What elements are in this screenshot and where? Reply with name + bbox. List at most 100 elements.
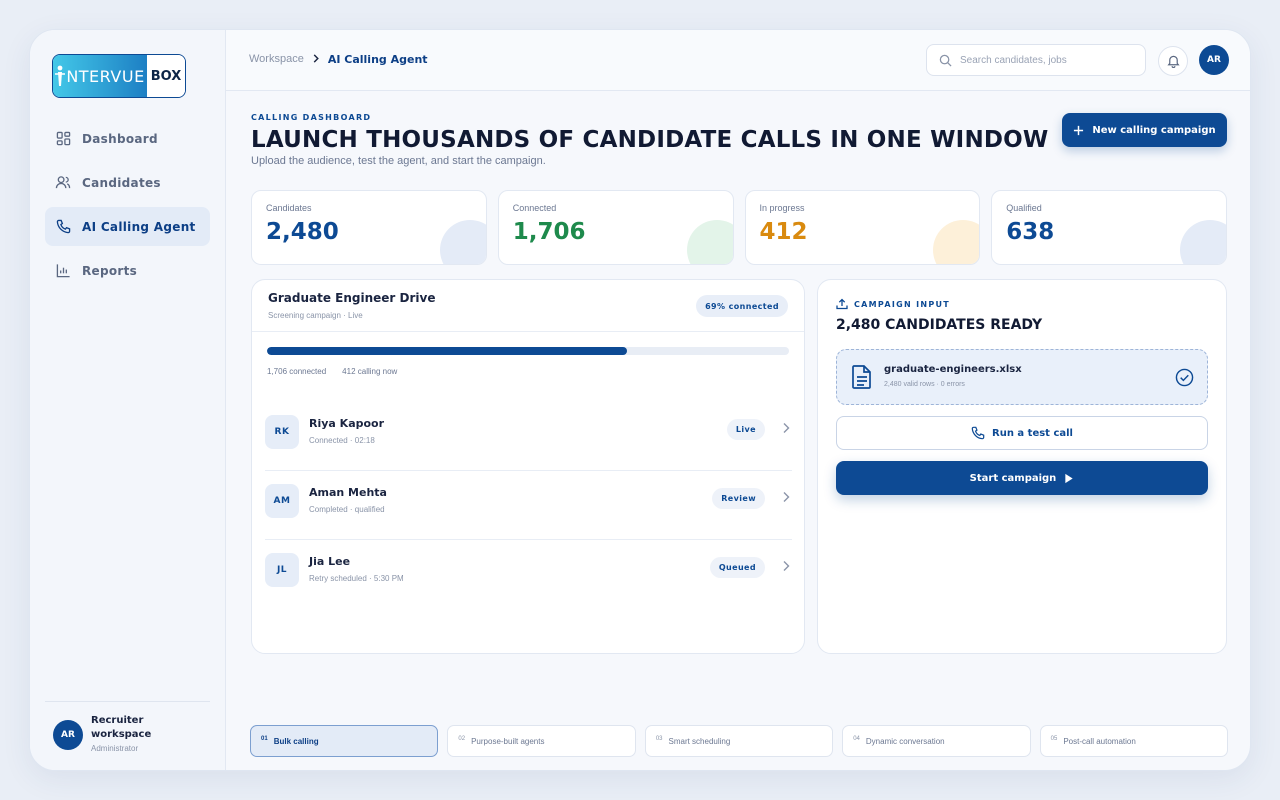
breadcrumb: Workspace AI Calling Agent [249,52,428,66]
sidebar-item-label: AI Calling Agent [82,219,196,234]
start-campaign-button[interactable]: Start campaign [836,461,1208,495]
candidate-name: Riya Kapoor [309,417,385,430]
page-eyebrow: CALLING DASHBOARD [251,113,372,122]
step-post-call-automation[interactable]: 05 Post-call automation [1039,725,1229,757]
campaign-title: Graduate Engineer Drive [268,291,436,305]
check-circle-icon [1175,368,1194,387]
connected-rate-badge: 69% connected [696,295,788,317]
workspace-title-line2: workspace [91,729,152,740]
phone-icon [55,219,71,235]
workspace-title-line1: Recruiter [91,715,144,726]
step-number: 01 [261,736,268,742]
file-name: graduate-engineers.xlsx [884,364,1022,375]
step-dynamic-conversation[interactable]: 04 Dynamic conversation [842,725,1031,757]
user-avatar[interactable]: AR [1199,45,1229,75]
campaign-subtitle: Screening campaign · Live [268,311,363,320]
connected-count: 1,706 connected [267,367,327,376]
step-label: Post-call automation [1063,736,1136,746]
run-test-call-label: Run a test call [992,427,1073,439]
stat-card-connected: Connected 1,706 [497,190,734,265]
step-number: 02 [458,736,466,742]
step-smart-scheduling[interactable]: 03 Smart scheduling [644,725,834,757]
uploaded-file[interactable]: graduate-engineers.xlsx 2,480 valid rows… [836,349,1208,405]
document-icon [851,364,873,390]
step-label: Purpose-built agents [471,736,545,746]
stat-card-candidates: Candidates 2,480 [251,190,487,265]
workspace-switcher[interactable]: AR Recruiter workspace Administrator [45,701,210,753]
bar-chart-icon [55,263,71,279]
step-number: 03 [655,736,663,742]
new-campaign-label: New calling campaign [1092,124,1216,136]
list-item[interactable]: JL Jia Lee Retry scheduled · 5:30 PM Que… [265,540,792,609]
candidate-initials: RK [265,415,299,449]
sidebar-item-candidates[interactable]: Candidates [45,163,210,202]
candidate-name: Jia Lee [309,555,351,568]
status-badge: Queued [709,557,765,578]
step-number: 04 [853,736,860,742]
stats-row: Candidates 2,480 Connected 1,706 In prog… [251,190,1227,265]
progress-fill [267,347,628,355]
stat-label: Candidates [266,203,312,213]
chevron-right-icon[interactable] [782,422,790,434]
list-item[interactable]: RK Riya Kapoor Connected · 02:18 Live [265,402,792,471]
stat-card-in-progress: In progress 412 [744,190,981,265]
candidate-initials: AM [265,484,299,518]
start-campaign-label: Start campaign [969,472,1057,484]
list-item[interactable]: AM Aman Mehta Completed · qualified Revi… [265,471,792,540]
workspace-avatar: AR [53,720,83,750]
breadcrumb-root[interactable]: Workspace [249,53,304,65]
grid-icon [55,131,71,147]
candidate-status-detail: Retry scheduled · 5:30 PM [309,574,404,583]
notifications-button[interactable] [1158,46,1188,76]
sidebar-item-dashboard[interactable]: Dashboard [45,119,210,158]
upload-icon [836,298,848,310]
campaign-input-eyebrow: CAMPAIGN INPUT [836,298,950,310]
bell-icon [1166,54,1180,68]
campaign-progress-bar [267,347,789,355]
stat-label: Connected [512,203,557,213]
play-icon [1064,473,1074,484]
progress-labels: 1,706 connected 412 calling now [267,367,397,376]
candidates-ready-title: 2,480 CANDIDATES READY [836,317,1043,333]
step-label: Dynamic conversation [865,736,945,746]
feature-steps: 01 Bulk calling 02 Purpose-built agents … [250,725,1229,757]
candidate-list: RK Riya Kapoor Connected · 02:18 Live AM… [265,402,792,609]
sidebar: NTERVUE BOX Dashboard Candidates AI Call… [30,30,226,770]
chevron-right-icon[interactable] [782,491,790,503]
main-content: CALLING DASHBOARD LAUNCH THOUSANDS OF CA… [226,91,1250,770]
run-test-call-button[interactable]: Run a test call [836,416,1208,450]
app-window: NTERVUE BOX Dashboard Candidates AI Call… [29,29,1251,771]
workspace-role: Administrator [91,744,139,753]
search-input[interactable]: Search candidates, jobs [926,44,1146,76]
campaign-header: Graduate Engineer Drive Screening campai… [252,280,804,332]
status-badge: Live [726,419,765,440]
page-subtitle: Upload the audience, test the agent, and… [251,155,546,167]
users-icon [55,175,71,191]
step-number: 05 [1050,736,1058,742]
page-title: LAUNCH THOUSANDS OF CANDIDATE CALLS IN O… [251,127,1049,153]
candidate-status-detail: Completed · qualified [309,505,385,514]
chevron-right-icon[interactable] [782,560,790,572]
status-badge: Review [712,488,765,509]
breadcrumb-current: AI Calling Agent [327,52,428,66]
step-bulk-calling[interactable]: 01 Bulk calling [250,725,439,757]
stat-label: Qualified [1006,203,1042,213]
logo[interactable]: NTERVUE BOX [52,54,186,98]
sidebar-nav: Dashboard Candidates AI Calling Agent Re… [45,119,210,295]
sidebar-item-ai-calling-agent[interactable]: AI Calling Agent [45,207,210,246]
logo-mark: NTERVUE [53,55,147,97]
sidebar-item-reports[interactable]: Reports [45,251,210,290]
search-placeholder: Search candidates, jobs [960,54,1067,66]
new-calling-campaign-button[interactable]: New calling campaign [1062,113,1227,147]
sidebar-item-label: Reports [82,263,138,278]
logo-text-right: BOX [147,55,185,97]
campaign-input-card: CAMPAIGN INPUT 2,480 CANDIDATES READY gr… [817,279,1227,654]
step-purpose-built-agents[interactable]: 02 Purpose-built agents [447,725,636,757]
campaign-input-label: CAMPAIGN INPUT [854,299,951,309]
plus-icon [1073,125,1084,136]
search-icon [939,54,952,67]
campaign-card: Graduate Engineer Drive Screening campai… [251,279,805,654]
sidebar-item-label: Dashboard [82,131,158,146]
candidate-status-detail: Connected · 02:18 [309,436,375,445]
phone-icon [971,426,985,440]
